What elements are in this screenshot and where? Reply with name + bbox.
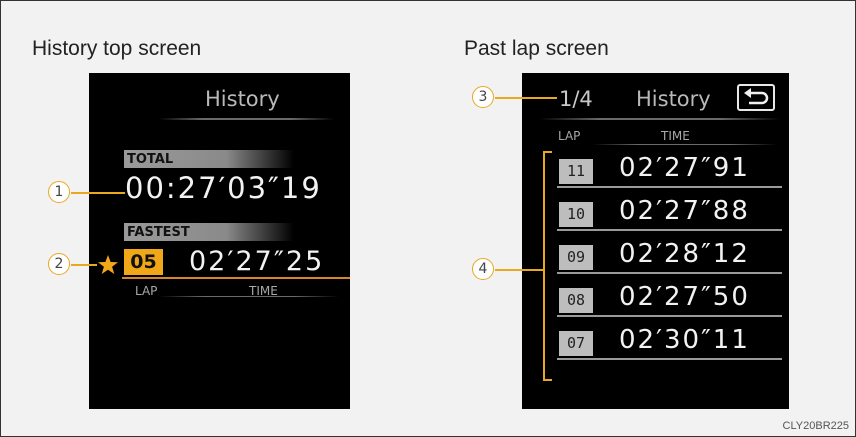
row-underline — [557, 229, 782, 231]
callout-4: 4 — [472, 258, 494, 280]
callout-4-leader — [495, 269, 543, 271]
col-lap-label: LAP — [558, 129, 581, 143]
lap-time: 02′28″12 — [619, 239, 750, 269]
row-underline — [557, 358, 782, 360]
lap-time: 02′27″50 — [619, 282, 750, 312]
right-panel-title: Past lap screen — [464, 37, 609, 60]
lap-number: 10 — [559, 202, 593, 227]
lap-time: 02′30″11 — [619, 325, 750, 355]
total-time: 00:27′03″19 — [125, 171, 322, 205]
lap-number: 11 — [559, 159, 593, 184]
col-time-label: TIME — [661, 129, 690, 143]
col-divider — [592, 144, 777, 145]
header-divider — [540, 118, 780, 120]
back-arrow-icon — [744, 88, 769, 105]
total-label: TOTAL — [127, 152, 174, 167]
callout-1-leader — [71, 192, 125, 194]
fastest-time: 02′27″25 — [189, 246, 325, 277]
left-panel-title: History top screen — [32, 37, 202, 60]
row-underline — [557, 272, 782, 274]
fastest-label: FASTEST — [127, 225, 190, 240]
callout-3-leader — [495, 97, 557, 99]
past-lap-screen: 1/4 History LAP TIME 11 02′27″91 10 02′2… — [522, 73, 789, 409]
screen-header: History — [636, 87, 711, 111]
page-indicator: 1/4 — [559, 87, 593, 111]
row-underline — [557, 186, 782, 188]
callout-3: 3 — [472, 86, 494, 108]
lap-number: 07 — [559, 331, 593, 356]
header-divider — [159, 118, 334, 120]
fastest-underline — [122, 277, 350, 279]
screen-header: History — [205, 87, 280, 111]
row-underline — [557, 315, 782, 317]
lap-number: 09 — [559, 245, 593, 270]
star-icon — [98, 255, 118, 274]
figure-frame: History top screen History TOTAL 00:27′0… — [0, 0, 856, 437]
lap-time: 02′27″91 — [619, 153, 750, 183]
callout-2-leader — [71, 264, 97, 266]
callout-1: 1 — [48, 181, 70, 203]
col-time-label: TIME — [249, 284, 278, 298]
figure-code: CLY20BR225 — [782, 420, 849, 432]
fastest-lap-badge: 05 — [124, 249, 163, 275]
callout-2: 2 — [48, 253, 70, 275]
back-button[interactable] — [737, 84, 775, 111]
col-lap-label: LAP — [135, 284, 158, 298]
callout-4-bracket — [543, 151, 552, 381]
lap-number: 08 — [559, 288, 593, 313]
lap-time: 02′27″88 — [619, 196, 750, 226]
history-top-screen: History TOTAL 00:27′03″19 FASTEST 05 02′… — [89, 73, 350, 409]
